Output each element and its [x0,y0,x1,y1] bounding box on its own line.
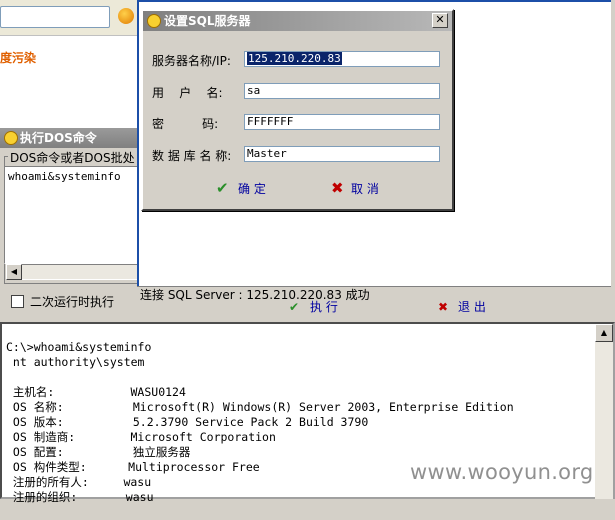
execute-check-icon[interactable]: ✔ [289,300,299,314]
console-line: 主机名: WASU0124 [6,385,186,399]
ok-check-icon[interactable]: ✔ [216,179,229,197]
watermark: www.wooyun.org [410,460,594,484]
dos-panel-title: 执行DOS命令 [0,128,138,148]
dos-command-input[interactable]: whoami&systeminfo [4,166,138,264]
console-text: C:\>whoami&systeminfo nt authority\syste… [6,325,514,520]
second-run-checkbox[interactable] [11,295,24,308]
password-input[interactable]: FFFFFFF [244,114,440,130]
console-line: OS 版本: 5.2.3790 Service Pack 2 Build 379… [6,415,369,429]
cancel-button[interactable]: 取 消 [351,180,379,197]
address-input[interactable] [0,6,110,28]
status-bar: 连接 SQL Server : 125.210.220.83 成功 [137,286,611,302]
pollution-text: 度污染 [0,51,37,65]
console-line: 注册的组织: wasu [6,490,154,504]
console-vertical-scrollbar[interactable] [595,324,613,499]
server-ip-input[interactable]: 125.210.220.83 [244,51,440,67]
exit-x-icon[interactable]: ✖ [438,300,448,314]
browser-icon[interactable] [118,8,134,24]
scroll-up-icon[interactable]: ▲ [595,324,613,342]
username-label: 用 户 名: [152,86,223,100]
console-line: OS 名称: Microsoft(R) Windows(R) Server 20… [6,400,514,414]
app-icon [147,14,161,28]
database-name-label: 数 据 库 名 称: [152,149,232,163]
exit-button[interactable]: 退 出 [458,298,486,315]
dos-group-label: DOS命令或者DOS批处 [8,149,137,166]
server-ip-label: 服务器名称/IP: [152,54,231,68]
console-line: OS 配置: 独立服务器 [6,445,191,459]
execute-button[interactable]: 执 行 [310,298,338,315]
console-line: C:\>whoami&systeminfo [6,340,152,354]
console-line: OS 制造商: Microsoft Corporation [6,430,276,444]
second-run-checkbox-label: 二次运行时执行 [30,295,115,309]
cancel-x-icon[interactable]: ✖ [331,179,344,197]
window-edge [611,0,615,302]
dos-horizontal-scrollbar[interactable] [6,264,138,280]
sql-server-dialog [141,9,454,211]
console-line: nt authority\system [6,355,145,369]
ok-button[interactable]: 确 定 [238,180,266,197]
dialog-title: 设置SQL服务器 [143,11,452,31]
scroll-left-icon[interactable]: ◀ [6,264,22,280]
server-ip-value: 125.210.220.83 [247,52,342,65]
password-label: 密 码: [152,117,219,131]
username-input[interactable]: sa [244,83,440,99]
app-icon [4,131,18,145]
database-name-input[interactable]: Master [244,146,440,162]
close-icon[interactable]: ✕ [432,13,448,28]
